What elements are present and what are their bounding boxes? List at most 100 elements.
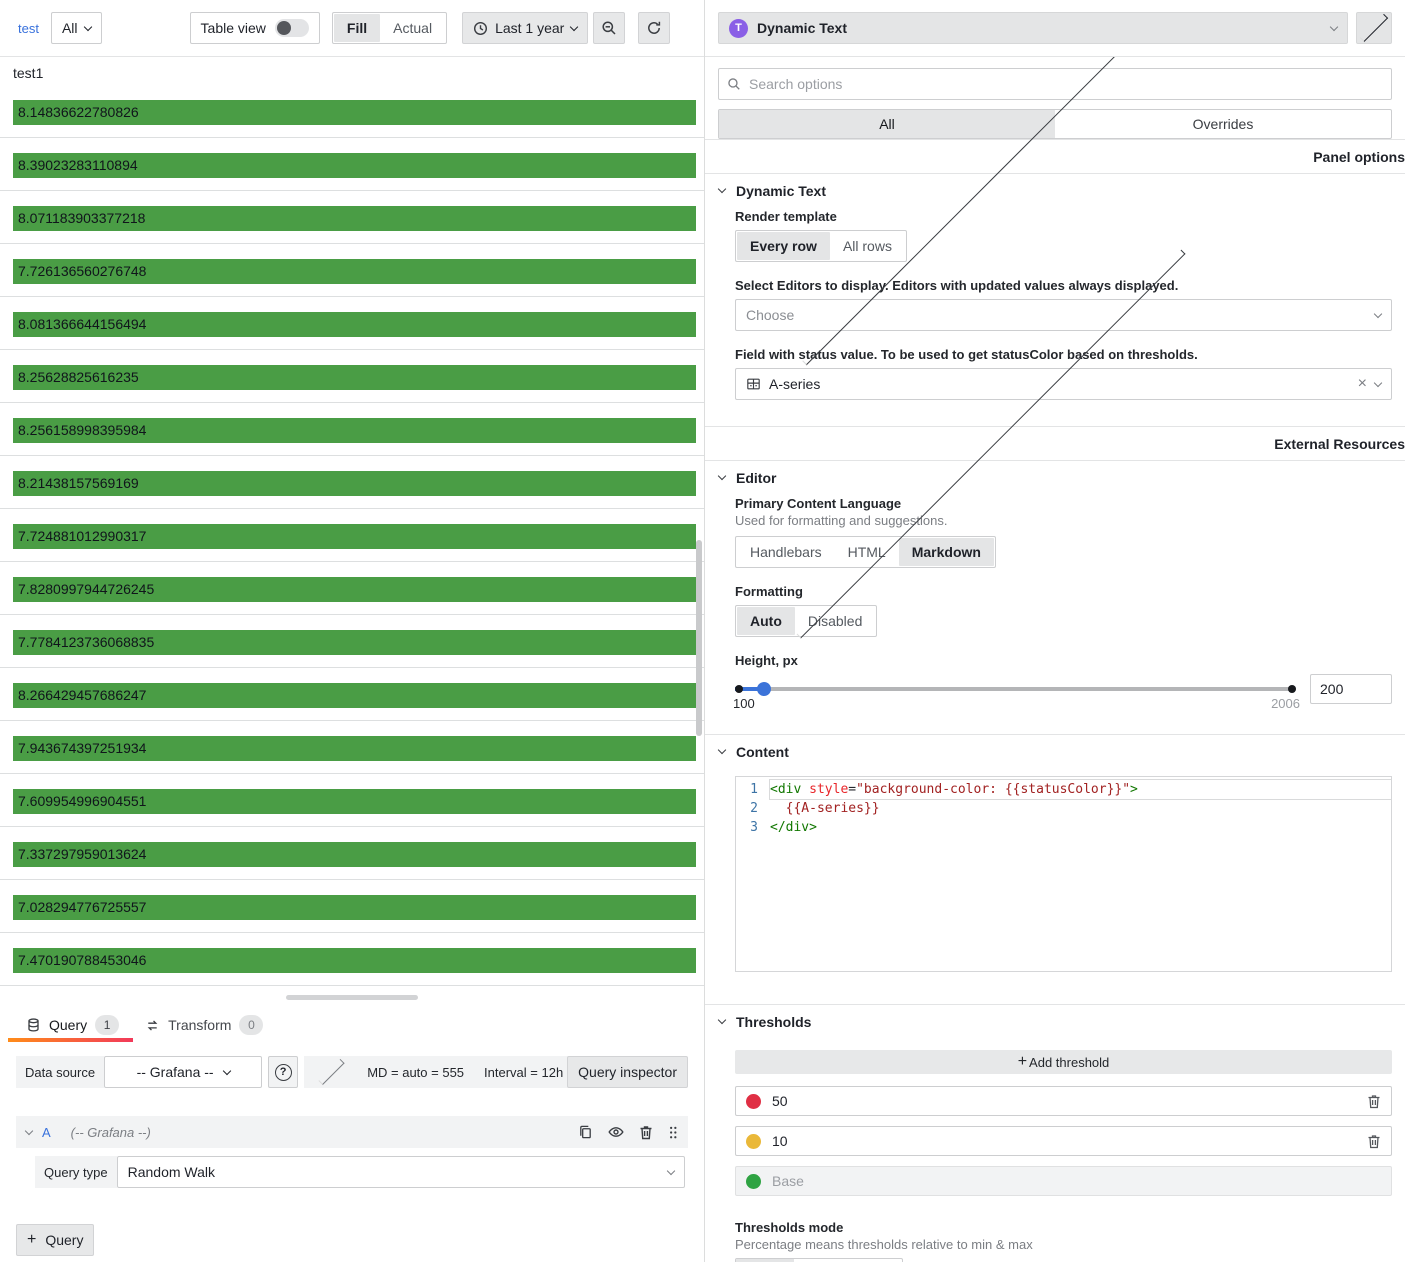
panel-row: 7.724881012990317 <box>0 509 704 562</box>
breadcrumb[interactable]: test <box>18 21 39 36</box>
editors-picker[interactable]: Choose <box>735 299 1392 331</box>
thresholds-mode-switch[interactable] <box>735 1258 903 1262</box>
status-color-bar: 8.081366644156494 <box>13 312 696 337</box>
tab-query-label: Query <box>49 1017 87 1033</box>
time-range-picker[interactable]: Last 1 year <box>462 12 588 44</box>
panel-preview: test1 8.148366227808268.390232831108948.… <box>0 57 704 986</box>
query-interval-text: Interval = 12h <box>484 1065 563 1080</box>
time-range-label: Last 1 year <box>495 20 564 36</box>
threshold-row[interactable]: 50 <box>735 1086 1392 1116</box>
duplicate-query-icon[interactable] <box>578 1124 593 1140</box>
panel-row: 7.8280997944726245 <box>0 562 704 615</box>
status-color-bar: 8.39023283110894 <box>13 153 696 178</box>
hide-query-eye-icon[interactable] <box>608 1125 624 1139</box>
section-dynamic-text-header[interactable]: Dynamic Text <box>705 174 1405 207</box>
sidebar-body: All Overrides Panel options Dynamic Text… <box>705 57 1405 1262</box>
tab-all[interactable]: All <box>719 110 1055 138</box>
editor-footer-tabs: Query 1 Transform 0 <box>0 1008 704 1042</box>
table-view-toggle[interactable] <box>275 19 309 37</box>
threshold-value[interactable]: 10 <box>772 1133 1356 1149</box>
section-title: Editor <box>736 470 776 486</box>
pane-resize-row <box>0 986 704 1008</box>
code-line[interactable]: 3</div> <box>736 818 1391 837</box>
panel-row: 8.081366644156494 <box>0 297 704 350</box>
tab-overrides[interactable]: Overrides <box>1055 110 1391 138</box>
datasource-help-button[interactable] <box>268 1056 298 1088</box>
chevron-down-icon <box>222 1066 230 1074</box>
refresh-button[interactable] <box>638 12 670 44</box>
slider-handle[interactable] <box>757 682 771 696</box>
option-handlebars[interactable]: Handlebars <box>737 538 835 566</box>
section-panel-options-header[interactable]: Panel options <box>705 140 1405 173</box>
add-query-label: Query <box>45 1232 83 1248</box>
section-external-resources-header[interactable]: External Resources <box>705 427 1405 460</box>
query-card-body: Query type Random Walk <box>16 1148 688 1188</box>
threshold-color-dot[interactable] <box>746 1134 761 1149</box>
code-text: {{A-series}} <box>770 799 1391 818</box>
zoom-out-button[interactable] <box>593 12 625 44</box>
delete-query-trash-icon[interactable] <box>639 1125 653 1140</box>
toggle-knob <box>277 21 291 35</box>
fill-actual-switch: Fill Actual <box>332 12 447 44</box>
query-card-actions <box>578 1124 678 1140</box>
chevron-down-icon[interactable] <box>25 1126 33 1134</box>
query-ref-id: A <box>42 1125 51 1140</box>
drag-handle-icon[interactable] <box>668 1125 678 1140</box>
query-card-header[interactable]: A (-- Grafana --) <box>16 1116 688 1148</box>
option-actual[interactable]: Actual <box>380 14 445 42</box>
slider-max-label: 2006 <box>1271 696 1300 711</box>
visualization-picker[interactable]: T Dynamic Text <box>718 12 1348 44</box>
status-color-bar: 7.943674397251934 <box>13 736 696 761</box>
datasource-row: Data source -- Grafana -- MD = auto = 55… <box>16 1056 688 1088</box>
panel-row: 7.7784123736068835 <box>0 615 704 668</box>
collapse-options-button[interactable] <box>1356 12 1392 44</box>
code-line[interactable]: 2 {{A-series}} <box>736 799 1391 818</box>
height-control: 100 2006 <box>735 674 1392 704</box>
height-value-input[interactable] <box>1310 674 1392 704</box>
option-auto[interactable]: Auto <box>737 607 795 635</box>
add-query-button[interactable]: Query <box>16 1224 94 1256</box>
datasource-picker[interactable]: -- Grafana -- <box>104 1056 262 1088</box>
panel-row: 8.256158998395984 <box>0 403 704 456</box>
chevron-right-icon[interactable] <box>319 1059 345 1085</box>
add-threshold-button[interactable]: Add threshold <box>735 1050 1392 1074</box>
section-editor-header[interactable]: Editor <box>705 461 1405 494</box>
query-editor: Data source -- Grafana -- MD = auto = 55… <box>0 1042 704 1256</box>
section-thresholds-header[interactable]: Thresholds <box>705 1005 1405 1038</box>
grafana-panel-editor: test All Table view Fill Actual Last <box>0 0 1405 1262</box>
line-number: 2 <box>736 799 770 818</box>
threshold-color-dot[interactable] <box>746 1094 761 1109</box>
delete-threshold-trash-icon[interactable] <box>1367 1094 1381 1109</box>
query-card: A (-- Grafana --) <box>16 1116 688 1188</box>
editors-help-label: Select Editors to display. Editors with … <box>735 278 1392 293</box>
option-every-row[interactable]: Every row <box>737 232 830 260</box>
height-slider[interactable]: 100 2006 <box>735 674 1296 704</box>
clear-selection-icon[interactable]: × <box>1358 376 1367 392</box>
section-external-resources: External Resources <box>705 426 1405 460</box>
option-all-rows[interactable]: All rows <box>830 232 905 260</box>
tab-transform[interactable]: Transform 0 <box>145 1008 263 1042</box>
line-number: 1 <box>736 780 770 799</box>
section-content-header[interactable]: Content <box>705 735 1405 768</box>
vertical-scrollbar[interactable] <box>696 540 702 736</box>
slider-max-dot <box>1288 685 1296 693</box>
code-line[interactable]: 1<div style="background-color: {{statusC… <box>736 780 1391 799</box>
threshold-value[interactable]: 50 <box>772 1093 1356 1109</box>
query-type-picker[interactable]: Random Walk <box>117 1156 685 1188</box>
scope-dropdown[interactable]: All <box>51 12 102 44</box>
option-markdown[interactable]: Markdown <box>899 538 994 566</box>
threshold-color-dot[interactable] <box>746 1174 761 1189</box>
section-editor-body: Primary Content Language Used for format… <box>705 494 1405 734</box>
query-stats-text: MD = auto = 555 <box>367 1065 464 1080</box>
option-fill[interactable]: Fill <box>334 14 380 42</box>
query-inspector-button[interactable]: Query inspector <box>567 1056 688 1088</box>
threshold-row[interactable]: 10 <box>735 1126 1392 1156</box>
tab-query[interactable]: Query 1 <box>26 1008 119 1042</box>
slider-track[interactable] <box>735 687 1296 691</box>
pane-resize-handle[interactable] <box>286 995 418 1000</box>
search-input[interactable] <box>718 68 1392 100</box>
delete-threshold-trash-icon[interactable] <box>1367 1134 1381 1149</box>
database-icon <box>26 1017 41 1033</box>
panel-row: 8.14836622780826 <box>0 85 704 138</box>
content-code-editor[interactable]: 1<div style="background-color: {{statusC… <box>735 776 1392 972</box>
